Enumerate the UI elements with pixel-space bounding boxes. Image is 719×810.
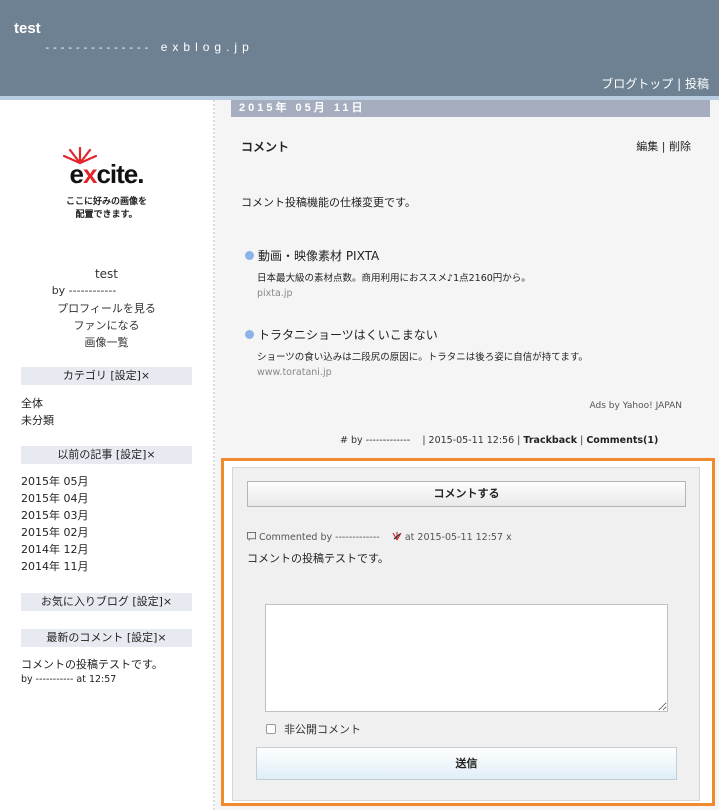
ad-url[interactable]: pixta.jp <box>257 288 531 299</box>
recent-comments-heading[interactable]: 最新のコメント [設定]× <box>21 629 192 647</box>
bullet-icon <box>245 330 254 339</box>
recent-comment-text[interactable]: コメントの投稿テストです。 <box>21 656 163 673</box>
edit-link[interactable]: 編集 <box>636 140 658 153</box>
ad-description: 日本最大級の素材点数。商用利用におススメ♪1点2160円から。 <box>257 273 531 284</box>
post-meta: # by ------------- | 2015-05-11 12:56 | … <box>340 435 658 446</box>
private-comment-option[interactable]: 非公開コメント <box>266 721 361 737</box>
archive-list: 2015年 05月 2015年 04月 2015年 03月 2015年 02月 … <box>21 473 89 575</box>
commented-at: at 2015-05-11 12:57 x <box>404 532 512 543</box>
recent-comment-by: by ----------- at 12:57 <box>21 674 117 685</box>
excite-logo-placeholder[interactable]: excite. ここに好みの画像を 配置できます。 <box>44 145 169 225</box>
header-nav: ブログトップ | 投稿 <box>601 75 709 92</box>
comment-textarea[interactable] <box>265 604 668 712</box>
comment-icon <box>247 532 256 541</box>
image-list-link[interactable]: 画像一覧 <box>0 334 213 350</box>
post-author: # by ------------- <box>340 435 411 446</box>
ads-by-yahoo[interactable]: Ads by Yahoo! JAPAN <box>589 401 682 411</box>
ad-url[interactable]: www.toratani.jp <box>257 367 588 378</box>
blog-domain: exblog.jp <box>160 40 254 54</box>
become-fan-link[interactable]: ファンになる <box>0 317 213 333</box>
meta-separator: | <box>580 435 584 446</box>
recent-comment: コメントの投稿テストです。 by ----------- at 12:57 <box>21 656 163 687</box>
ad-description: ショーツの食い込みは二段尻の原因に。トラタニは後ろ姿に自信が持てます。 <box>257 352 588 363</box>
add-comment-button[interactable]: コメントする <box>247 481 686 507</box>
comment-meta: Commented by ------------- at 2015-05-11… <box>247 530 512 543</box>
archive-item[interactable]: 2015年 05月 <box>21 473 89 490</box>
post-actions: 編集 | 削除 <box>636 138 691 154</box>
excite-wordmark: excite. <box>69 159 145 189</box>
ad-item[interactable]: トラタニショーツはくいこまない ショーツの食い込みは二段尻の原因に。トラタニは後… <box>245 326 588 378</box>
archive-item[interactable]: 2014年 11月 <box>21 558 89 575</box>
nav-separator: | <box>677 77 682 91</box>
ad-item[interactable]: 動画・映像素材 PIXTA 日本最大級の素材点数。商用利用におススメ♪1点216… <box>245 247 531 299</box>
profile-by: by ------------ <box>51 284 117 297</box>
post-time: | 2015-05-11 12:56 | <box>422 435 521 446</box>
comments-link[interactable]: Comments(1) <box>586 435 658 446</box>
archive-item[interactable]: 2014年 12月 <box>21 541 89 558</box>
comment-body: コメントの投稿テストです。 <box>247 552 389 565</box>
favorite-blogs-heading[interactable]: お気に入りブログ [設定]× <box>21 593 192 611</box>
category-heading[interactable]: カテゴリ [設定]× <box>21 367 192 385</box>
commenter-avatar-icon <box>392 532 402 541</box>
delete-link[interactable]: 削除 <box>669 140 691 153</box>
archive-item[interactable]: 2015年 02月 <box>21 524 89 541</box>
ad-title[interactable]: トラタニショーツはくいこまない <box>245 326 588 343</box>
blog-subtitle: -------------- exblog.jp <box>44 40 254 54</box>
category-list: 全体 未分類 <box>21 395 54 429</box>
archive-heading[interactable]: 以前の記事 [設定]× <box>21 446 192 464</box>
category-item[interactable]: 全体 <box>21 395 54 412</box>
ad-title[interactable]: 動画・映像素材 PIXTA <box>245 247 531 264</box>
profile-name: test <box>94 267 119 281</box>
archive-item[interactable]: 2015年 04月 <box>21 490 89 507</box>
trackback-link[interactable]: Trackback <box>523 435 577 446</box>
post-date-bar: 2015年 05月 11日 <box>231 100 710 117</box>
bullet-icon <box>245 251 254 260</box>
profile-view-link[interactable]: プロフィールを見る <box>0 300 213 316</box>
private-comment-label: 非公開コメント <box>284 723 361 736</box>
category-item[interactable]: 未分類 <box>21 412 54 429</box>
blog-top-link[interactable]: ブログトップ <box>601 77 673 91</box>
subtitle-dashes: -------------- <box>44 41 151 54</box>
post-link[interactable]: 投稿 <box>685 77 709 91</box>
actions-separator: | <box>661 140 666 153</box>
post-body: コメント投稿機能の仕様変更です。 <box>241 196 416 209</box>
logo-caption: ここに好みの画像を 配置できます。 <box>65 197 147 220</box>
blog-title[interactable]: test <box>14 20 41 37</box>
archive-item[interactable]: 2015年 03月 <box>21 507 89 524</box>
submit-button[interactable]: 送信 <box>256 747 677 780</box>
private-comment-checkbox[interactable] <box>266 724 276 734</box>
post-title: コメント <box>241 140 290 154</box>
commented-by: Commented by ------------- <box>259 532 380 543</box>
